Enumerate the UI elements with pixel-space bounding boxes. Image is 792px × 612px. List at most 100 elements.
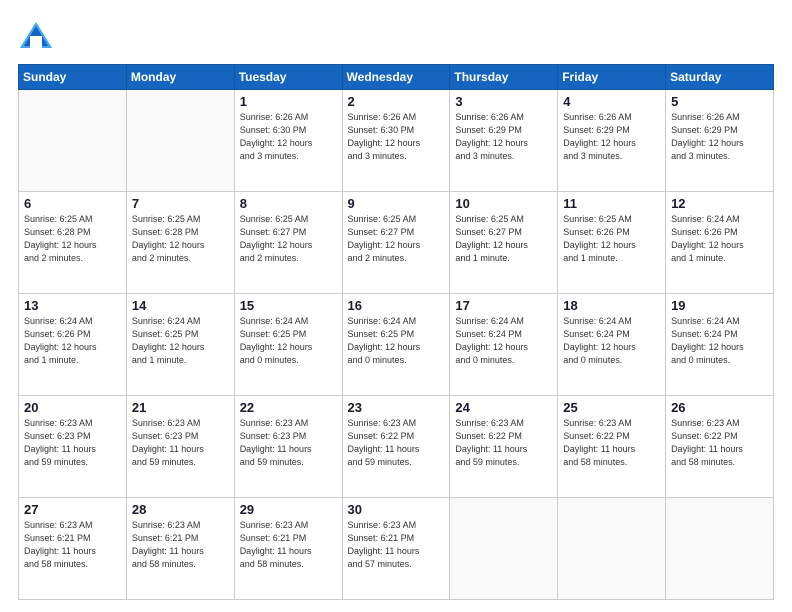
header: [18, 18, 774, 54]
day-number: 29: [240, 502, 337, 517]
day-info: Sunrise: 6:23 AM Sunset: 6:21 PM Dayligh…: [240, 519, 337, 571]
day-info: Sunrise: 6:26 AM Sunset: 6:29 PM Dayligh…: [455, 111, 552, 163]
day-number: 12: [671, 196, 768, 211]
calendar-cell: 20 Sunrise: 6:23 AM Sunset: 6:23 PM Dayli…: [19, 396, 127, 498]
day-number: 11: [563, 196, 660, 211]
calendar-cell: 21 Sunrise: 6:23 AM Sunset: 6:23 PM Dayli…: [126, 396, 234, 498]
calendar-cell: [558, 498, 666, 600]
day-number: 19: [671, 298, 768, 313]
day-number: 20: [24, 400, 121, 415]
calendar-week-row: 20 Sunrise: 6:23 AM Sunset: 6:23 PM Dayli…: [19, 396, 774, 498]
calendar-cell: [19, 90, 127, 192]
day-number: 30: [348, 502, 445, 517]
calendar-cell: [666, 498, 774, 600]
weekday-header: Friday: [558, 65, 666, 90]
day-number: 16: [348, 298, 445, 313]
day-number: 3: [455, 94, 552, 109]
day-info: Sunrise: 6:23 AM Sunset: 6:23 PM Dayligh…: [132, 417, 229, 469]
calendar-cell: 23Sunrise: 6:23 AM Sunset: 6:22 PM Dayli…: [342, 396, 450, 498]
day-number: 2: [348, 94, 445, 109]
calendar-cell: 24 Sunrise: 6:23 AM Sunset: 6:22 PM Dayli…: [450, 396, 558, 498]
weekday-header: Wednesday: [342, 65, 450, 90]
calendar-cell: 8Sunrise: 6:25 AM Sunset: 6:27 PM Daylig…: [234, 192, 342, 294]
day-info: Sunrise: 6:24 AM Sunset: 6:25 PM Dayligh…: [348, 315, 445, 367]
logo: [18, 18, 58, 54]
day-info: Sunrise: 6:26 AM Sunset: 6:30 PM Dayligh…: [348, 111, 445, 163]
calendar-cell: 14Sunrise: 6:24 AM Sunset: 6:25 PM Dayli…: [126, 294, 234, 396]
calendar-table: SundayMondayTuesdayWednesdayThursdayFrid…: [18, 64, 774, 600]
calendar-cell: 1 Sunrise: 6:26 AM Sunset: 6:30 PM Daylig…: [234, 90, 342, 192]
day-info: Sunrise: 6:24 AM Sunset: 6:26 PM Dayligh…: [24, 315, 121, 367]
calendar-cell: 30Sunrise: 6:23 AM Sunset: 6:21 PM Dayli…: [342, 498, 450, 600]
calendar-cell: 12 Sunrise: 6:24 AM Sunset: 6:26 PM Dayli…: [666, 192, 774, 294]
calendar-cell: 3 Sunrise: 6:26 AM Sunset: 6:29 PM Daylig…: [450, 90, 558, 192]
weekday-header: Sunday: [19, 65, 127, 90]
calendar-cell: 26Sunrise: 6:23 AM Sunset: 6:22 PM Dayli…: [666, 396, 774, 498]
day-info: Sunrise: 6:23 AM Sunset: 6:22 PM Dayligh…: [455, 417, 552, 469]
day-info: Sunrise: 6:23 AM Sunset: 6:23 PM Dayligh…: [240, 417, 337, 469]
calendar-cell: 19 Sunrise: 6:24 AM Sunset: 6:24 PM Dayli…: [666, 294, 774, 396]
day-info: Sunrise: 6:24 AM Sunset: 6:24 PM Dayligh…: [455, 315, 552, 367]
day-info: Sunrise: 6:25 AM Sunset: 6:27 PM Dayligh…: [240, 213, 337, 265]
day-number: 6: [24, 196, 121, 211]
day-info: Sunrise: 6:23 AM Sunset: 6:22 PM Dayligh…: [348, 417, 445, 469]
day-number: 17: [455, 298, 552, 313]
page: SundayMondayTuesdayWednesdayThursdayFrid…: [0, 0, 792, 612]
day-number: 15: [240, 298, 337, 313]
day-number: 25: [563, 400, 660, 415]
calendar-header-row: SundayMondayTuesdayWednesdayThursdayFrid…: [19, 65, 774, 90]
weekday-header: Tuesday: [234, 65, 342, 90]
calendar-cell: 6 Sunrise: 6:25 AM Sunset: 6:28 PM Daylig…: [19, 192, 127, 294]
day-info: Sunrise: 6:24 AM Sunset: 6:25 PM Dayligh…: [240, 315, 337, 367]
day-info: Sunrise: 6:24 AM Sunset: 6:24 PM Dayligh…: [563, 315, 660, 367]
weekday-header: Thursday: [450, 65, 558, 90]
day-info: Sunrise: 6:23 AM Sunset: 6:23 PM Dayligh…: [24, 417, 121, 469]
day-number: 4: [563, 94, 660, 109]
calendar-week-row: 6 Sunrise: 6:25 AM Sunset: 6:28 PM Daylig…: [19, 192, 774, 294]
calendar-week-row: 27 Sunrise: 6:23 AM Sunset: 6:21 PM Dayli…: [19, 498, 774, 600]
day-info: Sunrise: 6:25 AM Sunset: 6:26 PM Dayligh…: [563, 213, 660, 265]
day-info: Sunrise: 6:26 AM Sunset: 6:30 PM Dayligh…: [240, 111, 337, 163]
logo-icon: [18, 18, 54, 54]
day-info: Sunrise: 6:23 AM Sunset: 6:21 PM Dayligh…: [24, 519, 121, 571]
calendar-cell: 25Sunrise: 6:23 AM Sunset: 6:22 PM Dayli…: [558, 396, 666, 498]
day-info: Sunrise: 6:26 AM Sunset: 6:29 PM Dayligh…: [671, 111, 768, 163]
calendar-cell: [126, 90, 234, 192]
calendar-week-row: 1 Sunrise: 6:26 AM Sunset: 6:30 PM Daylig…: [19, 90, 774, 192]
calendar-week-row: 13 Sunrise: 6:24 AM Sunset: 6:26 PM Dayli…: [19, 294, 774, 396]
day-info: Sunrise: 6:24 AM Sunset: 6:24 PM Dayligh…: [671, 315, 768, 367]
calendar-cell: 5Sunrise: 6:26 AM Sunset: 6:29 PM Daylig…: [666, 90, 774, 192]
day-number: 18: [563, 298, 660, 313]
day-info: Sunrise: 6:23 AM Sunset: 6:21 PM Dayligh…: [132, 519, 229, 571]
day-number: 1: [240, 94, 337, 109]
calendar-cell: 29 Sunrise: 6:23 AM Sunset: 6:21 PM Dayli…: [234, 498, 342, 600]
day-number: 21: [132, 400, 229, 415]
day-info: Sunrise: 6:25 AM Sunset: 6:28 PM Dayligh…: [132, 213, 229, 265]
calendar-cell: 27 Sunrise: 6:23 AM Sunset: 6:21 PM Dayli…: [19, 498, 127, 600]
day-number: 9: [348, 196, 445, 211]
day-info: Sunrise: 6:24 AM Sunset: 6:26 PM Dayligh…: [671, 213, 768, 265]
day-number: 13: [24, 298, 121, 313]
day-number: 7: [132, 196, 229, 211]
day-info: Sunrise: 6:26 AM Sunset: 6:29 PM Dayligh…: [563, 111, 660, 163]
calendar-cell: [450, 498, 558, 600]
day-number: 14: [132, 298, 229, 313]
calendar-cell: 9Sunrise: 6:25 AM Sunset: 6:27 PM Daylig…: [342, 192, 450, 294]
day-number: 27: [24, 502, 121, 517]
calendar-cell: 7 Sunrise: 6:25 AM Sunset: 6:28 PM Daylig…: [126, 192, 234, 294]
day-number: 28: [132, 502, 229, 517]
calendar-cell: 15 Sunrise: 6:24 AM Sunset: 6:25 PM Dayli…: [234, 294, 342, 396]
calendar-cell: 22 Sunrise: 6:23 AM Sunset: 6:23 PM Dayli…: [234, 396, 342, 498]
day-info: Sunrise: 6:25 AM Sunset: 6:27 PM Dayligh…: [455, 213, 552, 265]
calendar-cell: 18 Sunrise: 6:24 AM Sunset: 6:24 PM Dayli…: [558, 294, 666, 396]
day-info: Sunrise: 6:23 AM Sunset: 6:22 PM Dayligh…: [671, 417, 768, 469]
weekday-header: Monday: [126, 65, 234, 90]
calendar-cell: 17 Sunrise: 6:24 AM Sunset: 6:24 PM Dayli…: [450, 294, 558, 396]
day-number: 22: [240, 400, 337, 415]
calendar-cell: 13 Sunrise: 6:24 AM Sunset: 6:26 PM Dayli…: [19, 294, 127, 396]
calendar-cell: 16 Sunrise: 6:24 AM Sunset: 6:25 PM Dayli…: [342, 294, 450, 396]
day-number: 24: [455, 400, 552, 415]
calendar-cell: 11 Sunrise: 6:25 AM Sunset: 6:26 PM Dayli…: [558, 192, 666, 294]
calendar-cell: 2 Sunrise: 6:26 AM Sunset: 6:30 PM Daylig…: [342, 90, 450, 192]
day-info: Sunrise: 6:25 AM Sunset: 6:28 PM Dayligh…: [24, 213, 121, 265]
